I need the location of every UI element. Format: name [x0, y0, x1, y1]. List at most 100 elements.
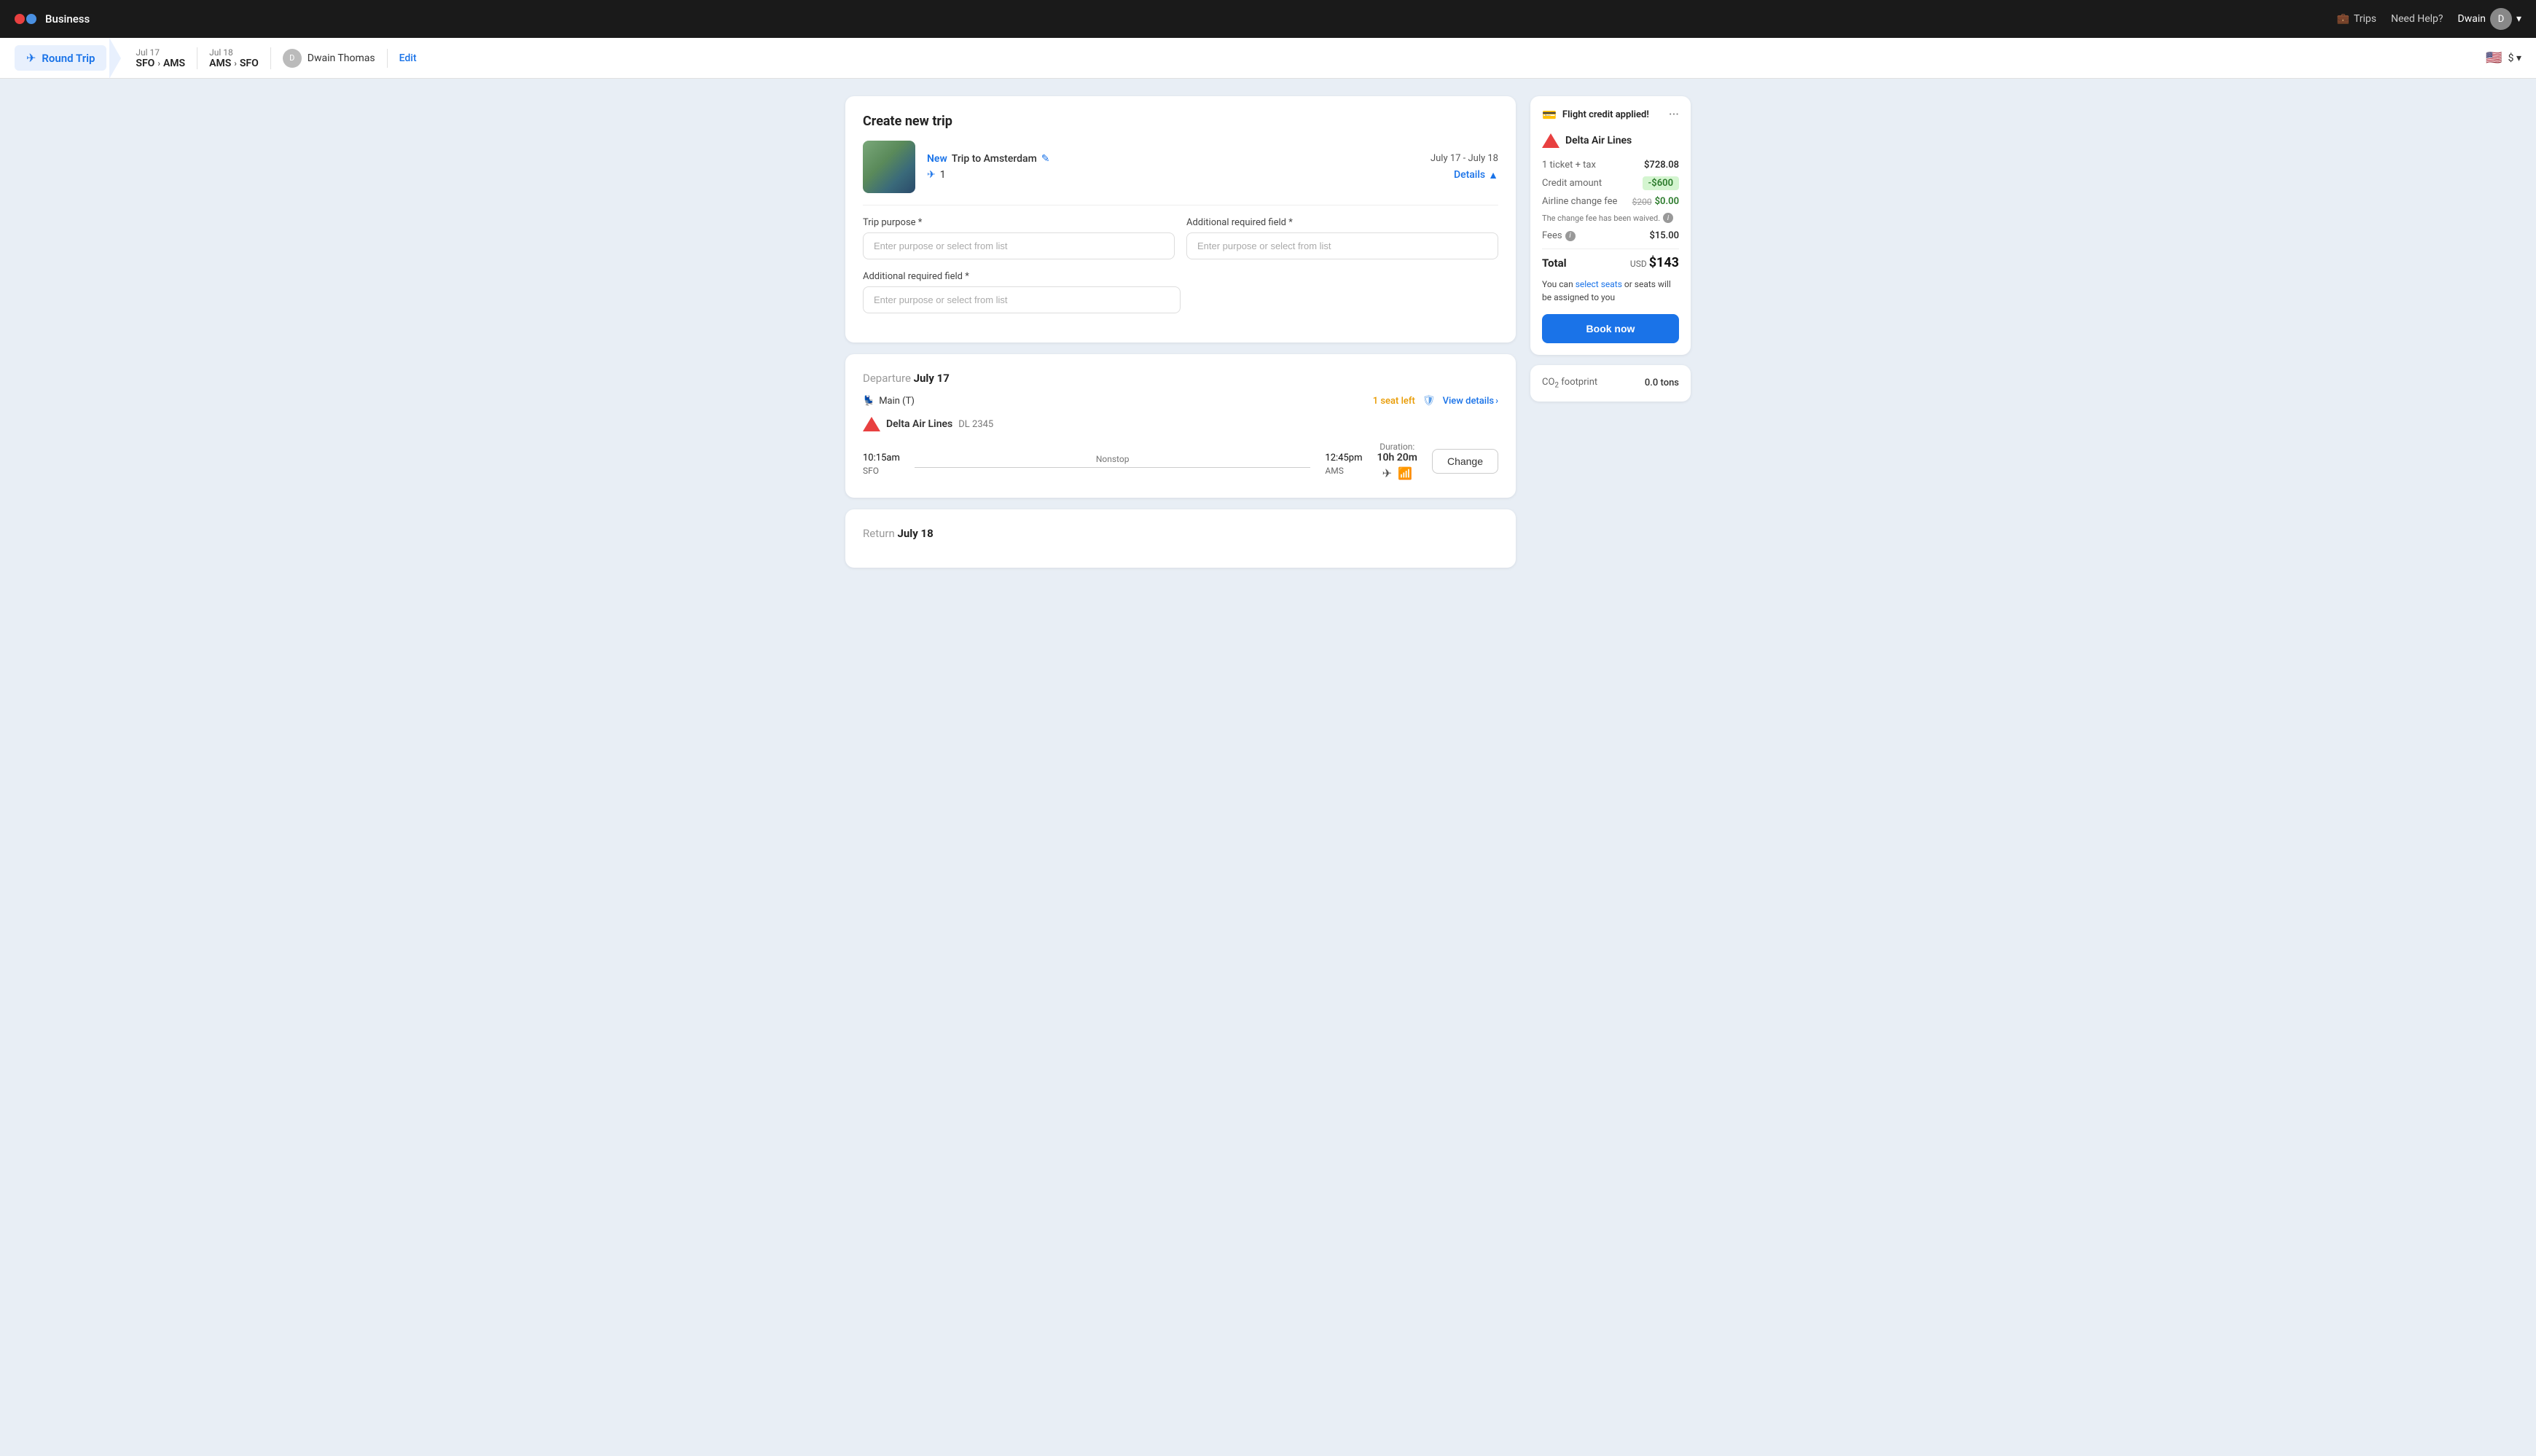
trip-dates: July 17 - July 18: [1431, 153, 1498, 164]
seats-note: You can select seats or seats will be as…: [1542, 278, 1679, 304]
help-link[interactable]: Need Help?: [2391, 13, 2443, 25]
left-column: Create new trip New Trip to Amsterdam ✎ …: [845, 96, 1516, 568]
sidebar-delta-logo: [1542, 132, 1559, 149]
trip-thumbnail: [863, 141, 915, 193]
seat-warning: 1 seat left: [1373, 396, 1415, 407]
form-row-1: Trip purpose * Additional required field…: [863, 217, 1498, 259]
flag-icon: 🇺🇸: [2486, 50, 2502, 66]
co2-card: CO2 footprint 0.0 tons: [1530, 365, 1691, 402]
flight-row-header: 💺 Main (T) 1 seat left 🛡 View details ›: [863, 395, 1498, 407]
breadcrumb-right: 🇺🇸 $ ▾: [2486, 50, 2521, 66]
main-content: Create new trip New Trip to Amsterdam ✎ …: [831, 79, 1705, 585]
change-fee-new: $0.00: [1655, 196, 1679, 207]
change-fee-original: $200: [1632, 197, 1652, 207]
additional-field1-input[interactable]: [1186, 232, 1498, 259]
arrive-ampm: pm: [1349, 453, 1363, 463]
round-trip-badge: ✈ Round Trip: [15, 45, 106, 71]
shield-icon: 🛡: [1422, 395, 1436, 407]
ticket-tax-label: 1 ticket + tax: [1542, 160, 1596, 171]
departure-header: Departure July 17: [863, 372, 1498, 385]
duration-label: Duration:: [1379, 442, 1414, 452]
more-options-button[interactable]: ···: [1669, 109, 1679, 122]
cabin-class: 💺 Main (T): [863, 396, 915, 407]
view-details-link[interactable]: View details ›: [1443, 396, 1498, 407]
flight-count: 1: [940, 169, 946, 181]
details-button[interactable]: Details ▲: [1454, 169, 1498, 181]
segment1-from: SFO: [136, 58, 154, 69]
nonstop-label: Nonstop: [1096, 454, 1130, 464]
trip-purpose-group: Trip purpose *: [863, 217, 1175, 259]
view-details-label: View details: [1443, 396, 1495, 407]
fees-info-icon: i: [1565, 231, 1576, 241]
trip-new-badge: New: [927, 153, 947, 165]
sidebar-airline-name: Delta Air Lines: [1565, 135, 1632, 146]
fees-value: $15.00: [1649, 230, 1679, 241]
arrive-time: 12:45pm: [1325, 447, 1362, 464]
total-label: Total: [1542, 257, 1567, 270]
change-button[interactable]: Change: [1432, 449, 1498, 474]
trip-header: New Trip to Amsterdam ✎ July 17 - July 1…: [863, 141, 1498, 193]
trip-name-row: New Trip to Amsterdam ✎ July 17 - July 1…: [927, 153, 1498, 165]
fees-label: Fees: [1542, 230, 1562, 241]
segment2-from: AMS: [209, 58, 231, 69]
change-fee-label: Airline change fee: [1542, 196, 1617, 207]
trip-name: Trip to Amsterdam: [952, 153, 1037, 165]
additional-field2-group: Additional required field *: [863, 271, 1181, 313]
depart-airport: SFO: [863, 466, 900, 476]
create-trip-card: Create new trip New Trip to Amsterdam ✎ …: [845, 96, 1516, 343]
change-fee-row: Airline change fee $200 $0.00: [1542, 196, 1679, 207]
flight-credit-header: 💳 Flight credit applied! ···: [1542, 108, 1679, 122]
seat-icon: 💺: [863, 396, 874, 407]
trip-thumbnail-image: [863, 141, 915, 193]
fee-waiver-note: The change fee has been waived. i: [1542, 213, 1679, 223]
edit-pencil-icon[interactable]: ✎: [1041, 153, 1050, 165]
trips-label: Trips: [2354, 13, 2376, 25]
divider: [863, 205, 1498, 206]
trip-info: New Trip to Amsterdam ✎ July 17 - July 1…: [927, 153, 1498, 181]
co2-label: CO2 footprint: [1542, 377, 1597, 390]
plane-icon: ✈: [26, 51, 36, 65]
user-menu[interactable]: Dwain D ▾: [2458, 8, 2522, 30]
total-value: $143: [1649, 255, 1679, 270]
total-row: Total USD$143: [1542, 248, 1679, 270]
trip-purpose-input[interactable]: [863, 232, 1175, 259]
chevron-down-icon: ▾: [2516, 13, 2521, 25]
trip-type-label: Round Trip: [42, 52, 95, 65]
trip-purpose-label: Trip purpose *: [863, 217, 1175, 228]
traveler-section: D Dwain Thomas: [271, 49, 388, 68]
duration-value: 10h 20m: [1377, 452, 1417, 463]
arrive-airport: AMS: [1325, 466, 1362, 476]
return-header: Return July 18: [863, 527, 1498, 540]
additional-field2-input[interactable]: [863, 286, 1181, 313]
traveler-avatar: D: [283, 49, 302, 68]
depart-ampm: am: [886, 453, 899, 463]
fee-note-text: The change fee has been waived.: [1542, 214, 1660, 223]
currency-selector[interactable]: $ ▾: [2508, 52, 2521, 64]
departure-date: July 17: [914, 372, 950, 385]
path-line: [915, 467, 1311, 468]
segment1-date: Jul 17: [136, 47, 185, 58]
breadcrumb-arrow: [109, 38, 121, 79]
additional-field2-label: Additional required field *: [863, 271, 1181, 282]
flight-actions: 1 seat left 🛡 View details ›: [1373, 395, 1498, 407]
arrive-time-block: 12:45pm AMS: [1325, 447, 1362, 476]
form-row-2: Additional required field *: [863, 271, 1498, 313]
return-date: July 18: [897, 527, 933, 540]
wifi-icon: 📶: [1398, 466, 1412, 480]
departure-card: Departure July 17 💺 Main (T) 1 seat left…: [845, 354, 1516, 498]
user-name: Dwain: [2458, 13, 2486, 25]
edit-button[interactable]: Edit: [388, 52, 428, 64]
brand-logo: [15, 14, 36, 24]
segment2-date: Jul 18: [209, 47, 259, 58]
total-amount: USD$143: [1630, 255, 1679, 270]
trips-link[interactable]: 💼 Trips: [2336, 13, 2376, 25]
traveler-name: Dwain Thomas: [308, 52, 375, 64]
select-seats-link[interactable]: select seats: [1576, 279, 1622, 289]
chevron-right-icon: ›: [1495, 396, 1498, 407]
change-fee-values: $200 $0.00: [1632, 196, 1679, 207]
flight-path: Nonstop: [900, 454, 1326, 468]
logo-blue-dot: [26, 14, 36, 24]
credit-row: Credit amount -$600: [1542, 176, 1679, 190]
book-now-button[interactable]: Book now: [1542, 314, 1679, 343]
info-icon: i: [1663, 213, 1673, 223]
